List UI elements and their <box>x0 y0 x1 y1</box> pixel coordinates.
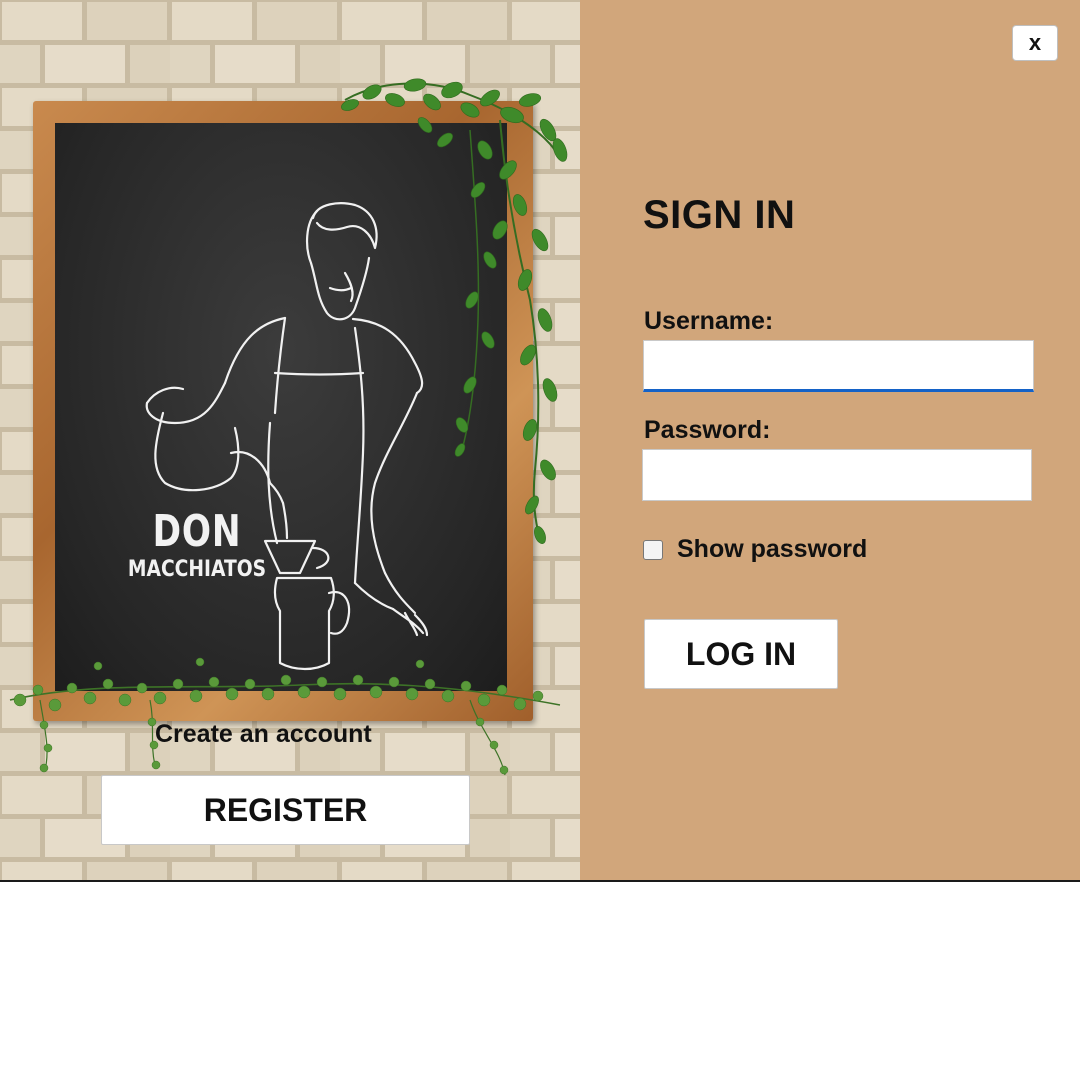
chalkboard-frame: DON MACCHIATOS <box>33 101 533 721</box>
brand-logo: DON MACCHIATOS <box>107 508 287 584</box>
brand-name-bottom: MACCHIATOS <box>127 557 267 582</box>
register-button[interactable]: REGISTER <box>101 775 470 845</box>
show-password-label[interactable]: Show password <box>677 535 867 564</box>
create-account-label: Create an account <box>155 720 372 748</box>
password-label: Password: <box>644 416 771 444</box>
sign-in-title: SIGN IN <box>643 193 796 237</box>
barista-line-art <box>145 202 429 671</box>
show-password-option[interactable]: Show password <box>643 535 867 564</box>
password-input[interactable] <box>642 449 1032 501</box>
username-input[interactable] <box>643 340 1034 392</box>
chalkboard: DON MACCHIATOS <box>55 123 507 691</box>
login-button[interactable]: LOG IN <box>644 619 838 689</box>
close-button[interactable]: x <box>1012 25 1058 61</box>
brand-name-top: DON <box>152 506 242 557</box>
brick-wall-panel: DON MACCHIATOS Create an account REGISTE… <box>0 0 580 880</box>
username-label: Username: <box>644 307 774 335</box>
login-window: DON MACCHIATOS Create an account REGISTE… <box>0 0 1080 882</box>
show-password-checkbox[interactable] <box>643 539 663 560</box>
